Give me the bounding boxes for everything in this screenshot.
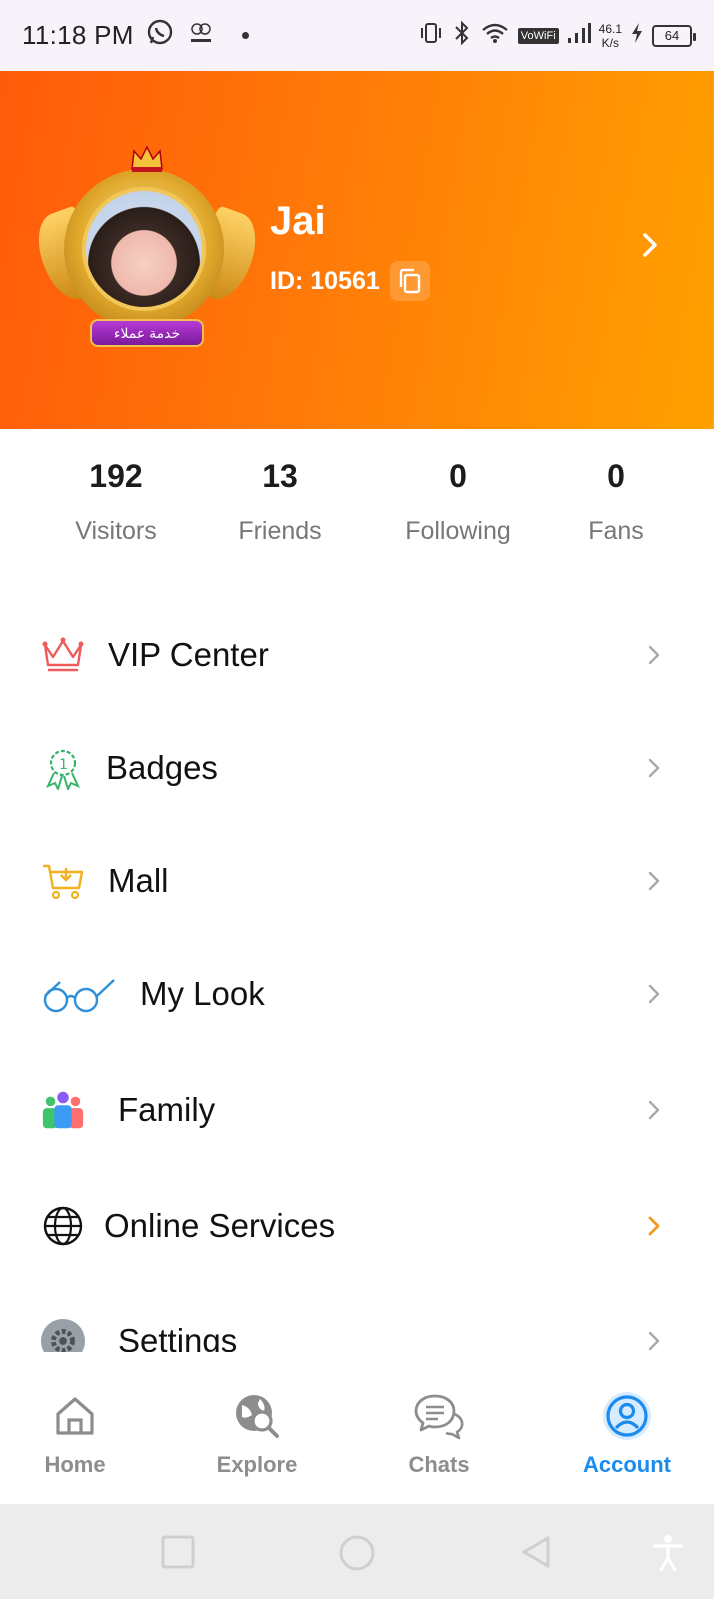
chevron-right-icon bbox=[648, 758, 660, 778]
stat-value: 0 bbox=[607, 458, 625, 494]
stat-label: Fans bbox=[588, 517, 644, 545]
menu-item-label: VIP Center bbox=[108, 636, 269, 673]
stat-label: Friends bbox=[238, 517, 322, 545]
globe-icon bbox=[40, 1203, 86, 1249]
vowifi-label: VoWiFi bbox=[517, 27, 559, 44]
stat-value: 192 bbox=[89, 458, 143, 494]
avatar-photo bbox=[82, 187, 206, 311]
chevron-right-icon bbox=[648, 871, 660, 891]
explore-icon bbox=[229, 1388, 285, 1444]
profile-id: ID: 10561 bbox=[270, 261, 430, 301]
whatsapp-icon bbox=[146, 18, 174, 53]
stat-value: 13 bbox=[262, 458, 298, 494]
menu-item-mall[interactable]: Mall bbox=[0, 831, 714, 931]
crown-icon bbox=[40, 632, 86, 678]
menu-item-vip-center[interactable]: VIP Center bbox=[0, 605, 714, 705]
stat-label: Following bbox=[405, 517, 511, 545]
menu-item-badges[interactable]: 1 Badges bbox=[0, 718, 714, 818]
stat-value: 0 bbox=[449, 458, 467, 494]
avatar-crown-icon bbox=[131, 145, 163, 172]
charging-icon bbox=[630, 22, 644, 49]
chevron-right-icon bbox=[648, 645, 660, 665]
nav-label: Explore bbox=[216, 1452, 298, 1477]
profile-name: Jai bbox=[270, 199, 326, 243]
menu-item-label: Badges bbox=[106, 749, 218, 786]
menu-item-my-look[interactable]: My Look bbox=[0, 944, 714, 1044]
profile-stats: 192 Visitors 13 Friends 0 Following 0 Fa… bbox=[0, 430, 714, 580]
recent-apps-icon[interactable] bbox=[160, 1534, 196, 1570]
family-icon bbox=[40, 1087, 86, 1133]
copy-icon bbox=[399, 268, 420, 294]
profile-chevron-right-icon[interactable] bbox=[636, 231, 664, 259]
system-navigation-bar bbox=[0, 1504, 714, 1599]
avatar-frame-banner: خدمة عملاء bbox=[90, 319, 204, 347]
notification-dot-icon bbox=[241, 32, 249, 39]
wifi-icon bbox=[480, 21, 510, 50]
accessibility-icon[interactable] bbox=[652, 1534, 684, 1572]
app-notification-icon bbox=[186, 17, 216, 54]
bottom-navigation: Home Explore Chats Account bbox=[0, 1352, 714, 1504]
network-speed: 46.1 K/s bbox=[598, 21, 622, 50]
nav-tab-chats[interactable]: Chats bbox=[364, 1352, 514, 1477]
chevron-right-icon bbox=[648, 1331, 660, 1351]
menu-item-label: Family bbox=[118, 1091, 216, 1128]
profile-id-text: ID: 10561 bbox=[270, 266, 380, 295]
cart-icon bbox=[40, 858, 86, 904]
menu-item-family[interactable]: Family bbox=[0, 1060, 714, 1160]
vibrate-icon bbox=[418, 20, 444, 51]
nav-tab-home[interactable]: Home bbox=[0, 1352, 150, 1477]
nav-tab-account[interactable]: Account bbox=[552, 1352, 702, 1477]
status-bar: 11:18 PM VoWiFi 46.1 K/s 64 bbox=[0, 0, 714, 71]
stat-friends[interactable]: 13 Friends bbox=[230, 458, 330, 546]
nav-tab-explore[interactable]: Explore bbox=[182, 1352, 332, 1477]
stat-visitors[interactable]: 192 Visitors bbox=[66, 458, 166, 546]
chevron-right-icon bbox=[648, 984, 660, 1004]
signal-icon bbox=[567, 22, 591, 49]
account-icon bbox=[599, 1388, 655, 1444]
menu-item-label: My Look bbox=[140, 975, 265, 1012]
home-icon bbox=[47, 1388, 103, 1444]
nav-label: Chats bbox=[408, 1452, 470, 1477]
menu-item-label: Mall bbox=[108, 862, 169, 899]
profile-header[interactable]: خدمة عملاء Jai ID: 10561 bbox=[0, 71, 714, 429]
svg-text:1: 1 bbox=[59, 757, 68, 773]
nav-label: Account bbox=[583, 1452, 671, 1477]
stat-label: Visitors bbox=[75, 517, 157, 545]
stat-following[interactable]: 0 Following bbox=[393, 458, 523, 546]
avatar[interactable]: خدمة عملاء bbox=[28, 141, 266, 351]
chevron-right-icon bbox=[648, 1216, 660, 1236]
glasses-icon bbox=[40, 971, 116, 1017]
chevron-right-icon bbox=[648, 1100, 660, 1120]
stat-fans[interactable]: 0 Fans bbox=[576, 458, 656, 546]
home-button-icon[interactable] bbox=[338, 1534, 376, 1572]
back-icon[interactable] bbox=[518, 1534, 554, 1570]
badge-icon: 1 bbox=[40, 745, 86, 791]
menu-item-online-services[interactable]: Online Services bbox=[0, 1176, 714, 1276]
nav-label: Home bbox=[44, 1452, 106, 1477]
menu-item-label: Online Services bbox=[104, 1207, 336, 1244]
battery-icon: 64 bbox=[652, 24, 696, 47]
bluetooth-icon bbox=[452, 20, 472, 51]
copy-id-button[interactable] bbox=[389, 261, 430, 301]
status-time: 11:18 PM bbox=[22, 20, 134, 50]
chat-icon bbox=[411, 1388, 467, 1444]
